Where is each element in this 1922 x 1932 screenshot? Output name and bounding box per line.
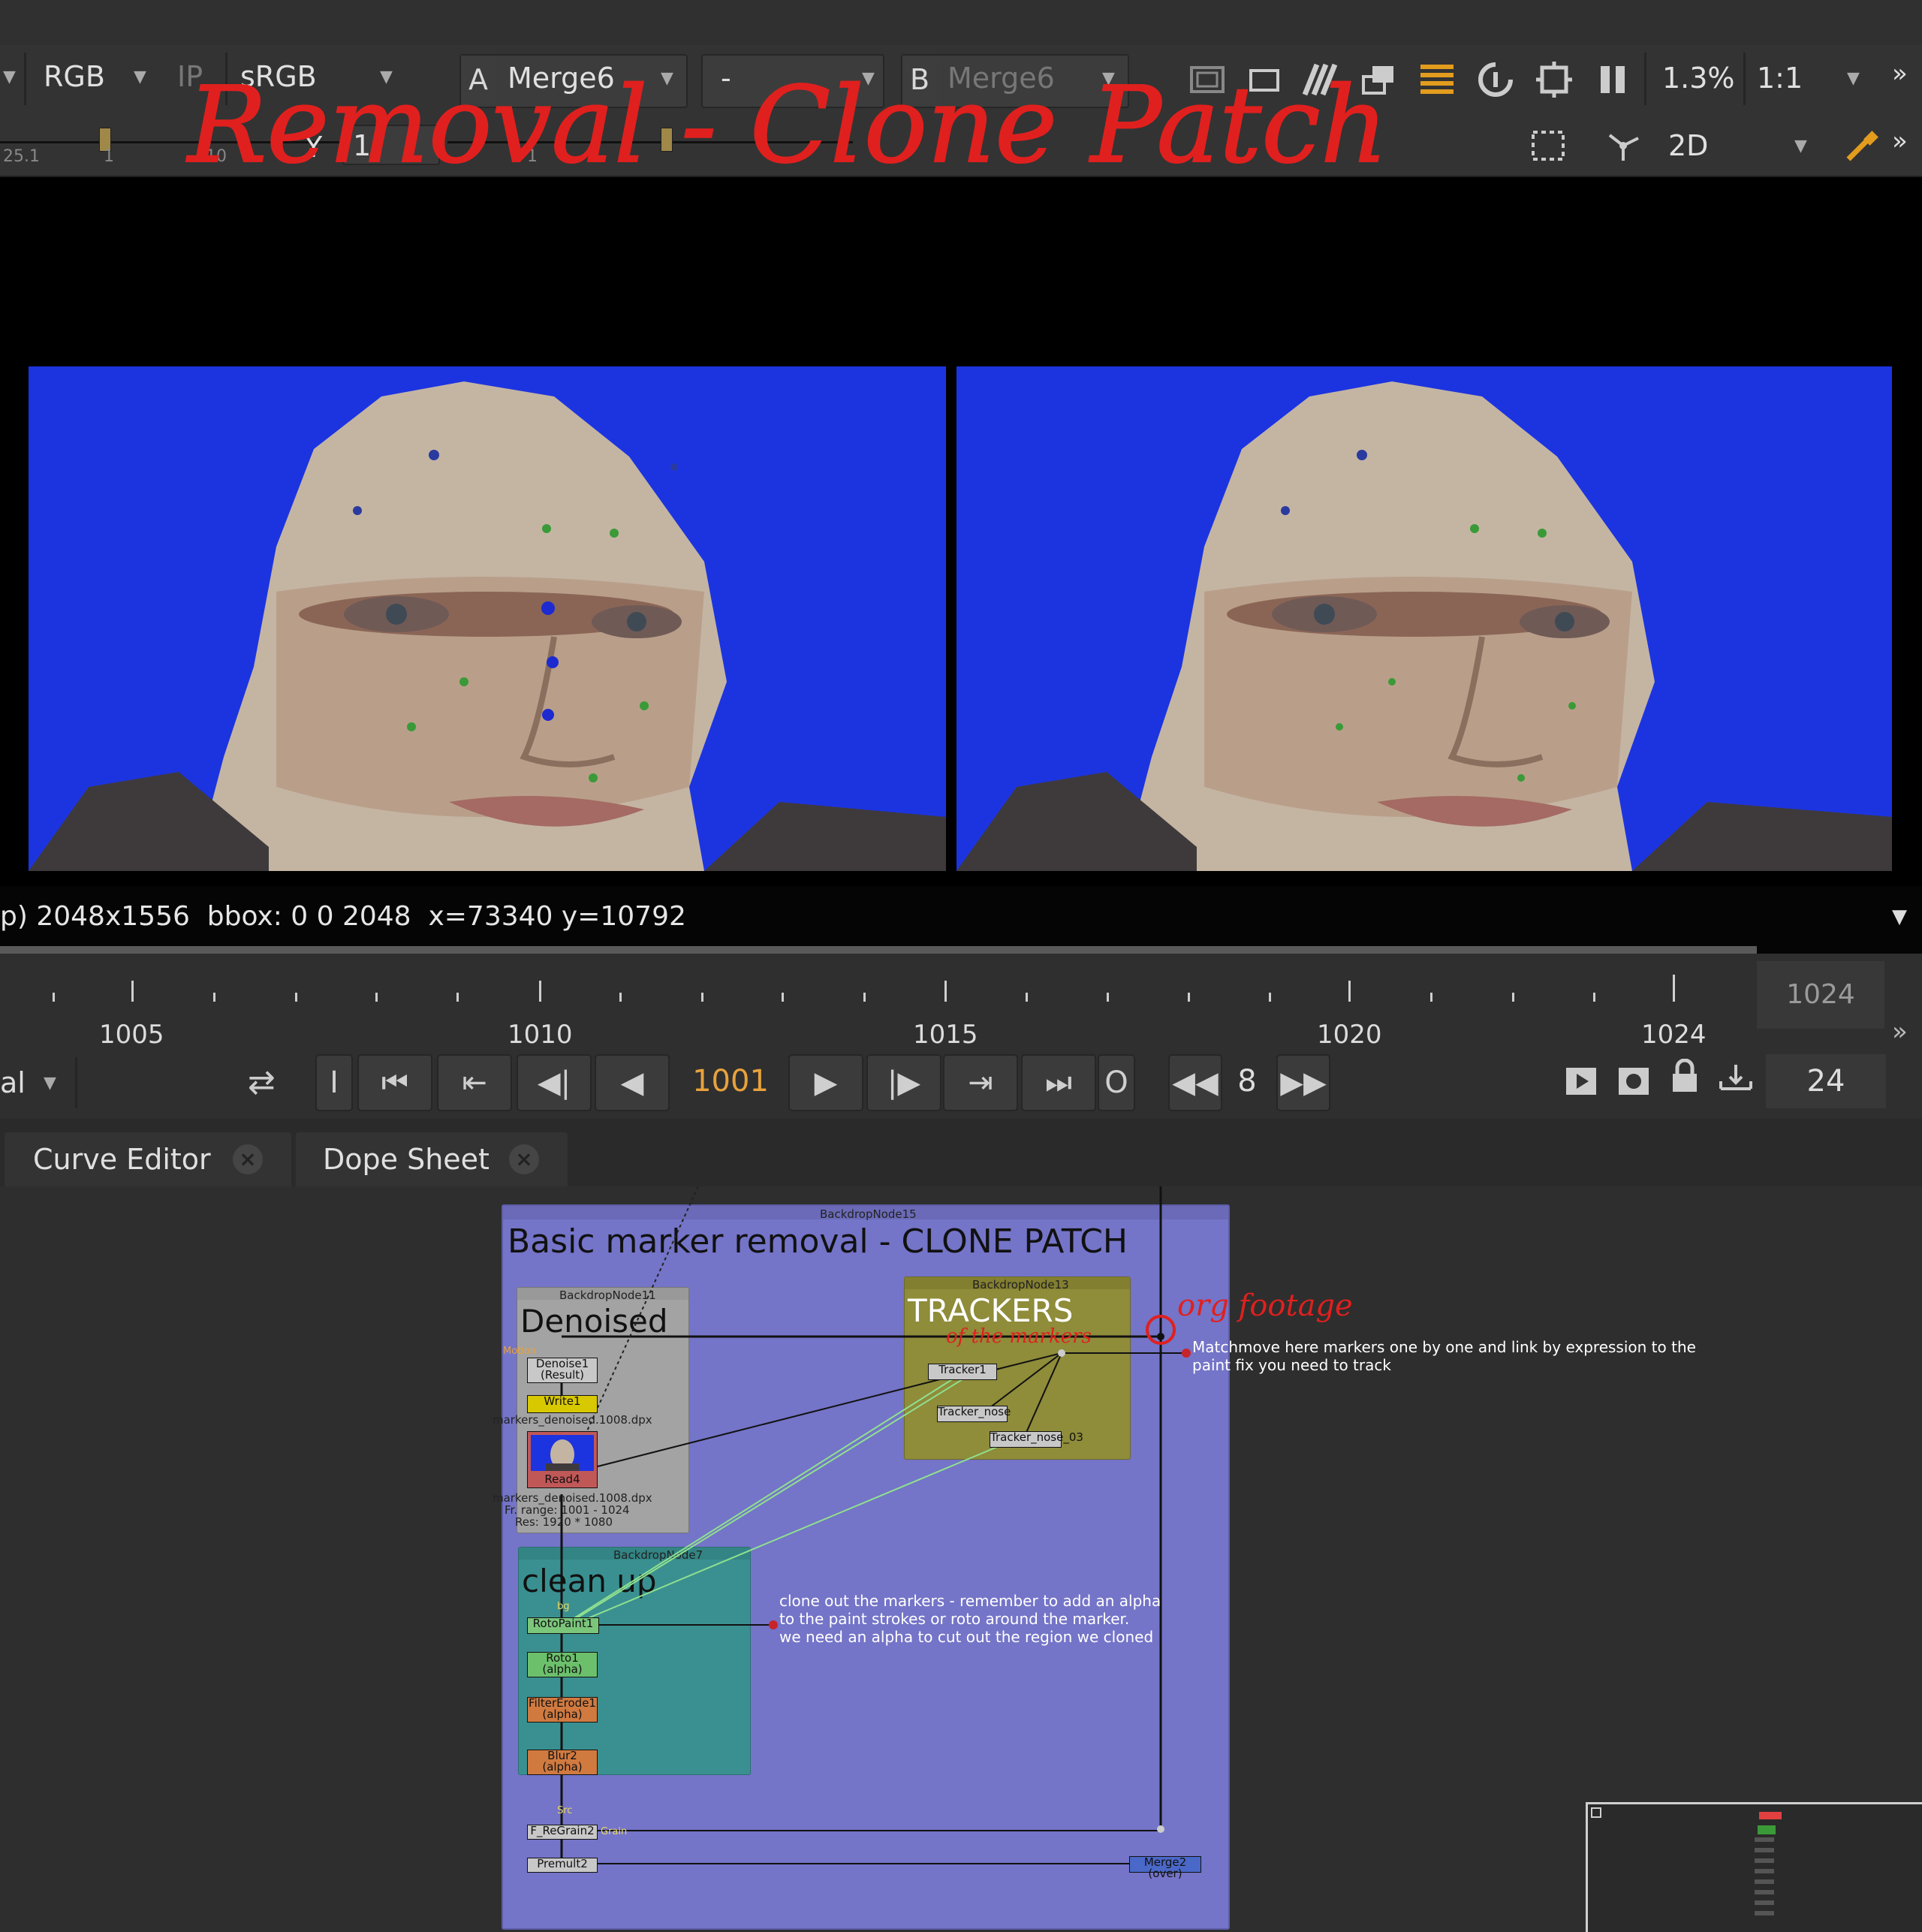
- previous-keyframe-button[interactable]: ⇤: [437, 1054, 512, 1111]
- handwritten-note: org footage: [1177, 1289, 1353, 1323]
- node-graph-minimap[interactable]: [1586, 1802, 1922, 1932]
- play-backward-button[interactable]: ◀: [595, 1054, 670, 1111]
- tick-label: 1024: [1641, 1020, 1707, 1050]
- panel-tabs: Curve Editor × Dope Sheet ×: [0, 1119, 1922, 1186]
- viewer-canvas[interactable]: [0, 177, 1922, 886]
- node-read[interactable]: Read4: [527, 1431, 598, 1488]
- set-out-button[interactable]: O: [1098, 1054, 1135, 1111]
- input-label: Motion: [503, 1346, 537, 1357]
- node-read-label: Read4: [544, 1472, 580, 1486]
- set-in-button[interactable]: I: [315, 1054, 353, 1111]
- timeline-range-bar[interactable]: [0, 946, 1757, 954]
- tick-label: 1005: [99, 1020, 164, 1050]
- node-filtererode[interactable]: FilterErode1 (alpha): [527, 1697, 598, 1723]
- node-write-file: markers_denoised.1008.dpx: [493, 1413, 652, 1427]
- next-keyframe-button[interactable]: ⇥: [943, 1054, 1018, 1111]
- lock-icon[interactable]: [1667, 1058, 1703, 1095]
- node-tracker-nose[interactable]: Tracker_nose: [937, 1406, 1011, 1422]
- minimap-handle[interactable]: [1591, 1807, 1601, 1818]
- node-roto[interactable]: Roto1 (alpha): [527, 1652, 598, 1677]
- current-frame-field[interactable]: 1001: [674, 1054, 787, 1108]
- timeline-panel: 1005 1010 1015 1020 1024 1024 » al ▼ ⇄ I…: [0, 954, 1922, 1119]
- export-icon[interactable]: [1718, 1059, 1754, 1095]
- node-merge[interactable]: Merge2 (over): [1129, 1856, 1201, 1879]
- node-graph[interactable]: BackdropNode15 Basic marker removal - CL…: [0, 1186, 1922, 1932]
- tab-label: Curve Editor: [33, 1143, 211, 1176]
- node-write[interactable]: Write1: [527, 1395, 598, 1413]
- minimap-marker: [1759, 1812, 1782, 1819]
- step-forward-button[interactable]: |▶: [866, 1054, 941, 1111]
- frame-increment-field[interactable]: 8: [1222, 1054, 1272, 1108]
- record-icon[interactable]: [1616, 1063, 1652, 1099]
- expand-timeline-icon[interactable]: »: [1892, 1017, 1908, 1047]
- info-menu-icon[interactable]: ▼: [1892, 906, 1907, 928]
- sticky-note-cleanup[interactable]: clone out the markers - remember to add …: [779, 1592, 1161, 1646]
- face-image-a: [29, 381, 946, 871]
- viewer-frame-a: [29, 366, 946, 871]
- handwriting-overlay: Removal - Clone Patch: [185, 64, 1389, 188]
- tab-dope-sheet[interactable]: Dope Sheet ×: [296, 1132, 568, 1186]
- node-denoise[interactable]: Denoise1 (Result): [527, 1358, 598, 1383]
- node-premult[interactable]: Premult2: [527, 1858, 598, 1873]
- chevron-down-icon[interactable]: ▼: [44, 1074, 56, 1093]
- frame-ruler[interactable]: 1005 1010 1015 1020 1024: [0, 954, 1757, 1050]
- handwriting-annotations: org footage of the markers: [946, 1289, 1353, 1348]
- input-label: Grain: [601, 1826, 628, 1837]
- last-frame-button[interactable]: ⏭: [1021, 1054, 1096, 1111]
- viewer-frame-b: [956, 366, 1892, 871]
- loop-icon[interactable]: ⇄: [248, 1063, 276, 1102]
- handwritten-note: of the markers: [946, 1325, 1092, 1348]
- play-forward-button[interactable]: ▶: [788, 1054, 863, 1111]
- skip-forward-increment-button[interactable]: ▶▶: [1276, 1054, 1330, 1111]
- close-icon[interactable]: ×: [509, 1144, 539, 1174]
- face-image-b: [956, 381, 1892, 871]
- end-frame-field[interactable]: 1024: [1757, 961, 1884, 1029]
- playback-mode-dropdown[interactable]: al: [0, 1066, 26, 1099]
- tab-label: Dope Sheet: [323, 1143, 490, 1176]
- format-info: p) 2048x1556 bbox: 0 0 2048 x=73340 y=10…: [0, 901, 686, 932]
- tab-curve-editor[interactable]: Curve Editor ×: [5, 1132, 291, 1186]
- close-icon[interactable]: ×: [233, 1144, 263, 1174]
- handwritten-title: Removal - Clone Patch: [185, 65, 1388, 187]
- node-tracker-nose-03[interactable]: Tracker_nose_03: [990, 1431, 1083, 1448]
- input-label: bg: [557, 1601, 570, 1612]
- tick-label: 1015: [913, 1020, 978, 1050]
- viewer-info-bar: p) 2048x1556 bbox: 0 0 2048 x=73340 y=10…: [0, 886, 1922, 954]
- flipbook-icon[interactable]: [1563, 1063, 1599, 1099]
- tick-label: 1020: [1317, 1020, 1382, 1050]
- divider: [75, 1057, 77, 1108]
- node-regrain[interactable]: F_ReGrain2: [527, 1825, 598, 1840]
- tick-label: 1010: [508, 1020, 573, 1050]
- first-frame-button[interactable]: ⏮: [357, 1054, 432, 1111]
- input-label: Src: [557, 1805, 573, 1816]
- read-thumbnail: [531, 1435, 594, 1471]
- fps-field[interactable]: 24: [1766, 1054, 1886, 1108]
- node-read-res: Res: 1920 * 1080: [515, 1515, 613, 1529]
- skip-back-increment-button[interactable]: ◀◀: [1168, 1054, 1222, 1111]
- step-back-button[interactable]: ◀|: [517, 1054, 592, 1111]
- node-rotopaint[interactable]: RotoPaint1: [527, 1617, 599, 1634]
- node-blur[interactable]: Blur2 (alpha): [527, 1750, 598, 1775]
